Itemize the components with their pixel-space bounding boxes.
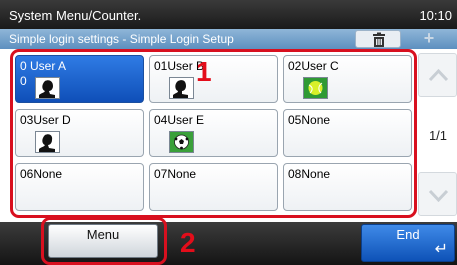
tile-label: 06None xyxy=(20,167,63,181)
chevron-down-icon xyxy=(428,189,449,203)
delete-button[interactable] xyxy=(355,30,401,48)
avatar xyxy=(35,77,60,99)
user-tile-1[interactable]: 01User B xyxy=(149,55,278,103)
enter-icon: ↵ xyxy=(434,241,448,258)
user-tile-7[interactable]: 07None xyxy=(149,163,278,211)
tile-label: 08None xyxy=(288,167,331,181)
page-title: System Menu/Counter. xyxy=(9,8,142,23)
user-tile-3[interactable]: 03User D xyxy=(15,109,144,157)
plus-icon: + xyxy=(423,28,435,48)
clock: 10:10 xyxy=(419,8,452,23)
tile-extra: 0 xyxy=(20,74,27,88)
end-button[interactable]: End ↵ xyxy=(361,224,455,262)
title-bar: System Menu/Counter. 10:10 xyxy=(0,0,457,29)
tile-label: 04User E xyxy=(154,113,205,127)
avatar xyxy=(169,77,194,99)
user-tile-0[interactable]: 0 User A 0 xyxy=(15,55,144,103)
sub-header: Simple login settings - Simple Login Set… xyxy=(0,29,457,49)
avatar xyxy=(35,131,60,153)
tennis-ball-icon xyxy=(304,78,327,98)
menu-button[interactable]: Menu xyxy=(48,224,158,258)
breadcrumb: Simple login settings - Simple Login Set… xyxy=(9,32,234,46)
user-tile-4[interactable]: 04User E xyxy=(149,109,278,157)
user-silhouette-icon xyxy=(36,78,59,98)
page-indicator: 1/1 xyxy=(428,128,448,143)
tile-label: 07None xyxy=(154,167,197,181)
user-tile-5[interactable]: 05None xyxy=(283,109,412,157)
user-tile-8[interactable]: 08None xyxy=(283,163,412,211)
avatar xyxy=(303,77,328,99)
tile-label: 0 User A xyxy=(20,59,67,73)
chevron-up-icon xyxy=(428,68,449,82)
tile-label: 05None xyxy=(288,113,331,127)
user-silhouette-icon xyxy=(170,78,193,98)
user-silhouette-icon xyxy=(36,132,59,152)
add-button[interactable]: + xyxy=(404,28,454,48)
soccer-ball-icon xyxy=(170,132,193,152)
callout-number-2: 2 xyxy=(180,227,196,258)
tile-label: 03User D xyxy=(20,113,71,127)
tile-label: 02User C xyxy=(288,59,339,73)
trash-icon xyxy=(373,32,385,47)
user-tile-6[interactable]: 06None xyxy=(15,163,144,211)
avatar xyxy=(169,131,194,153)
user-tile-2[interactable]: 02User C xyxy=(283,55,412,103)
scroll-down-button[interactable] xyxy=(418,172,457,216)
user-grid: 0 User A 0 01User B 02User C 03User D 04… xyxy=(13,53,414,215)
scroll-up-button[interactable] xyxy=(418,53,457,97)
callout-number-1: 1 xyxy=(196,56,212,87)
